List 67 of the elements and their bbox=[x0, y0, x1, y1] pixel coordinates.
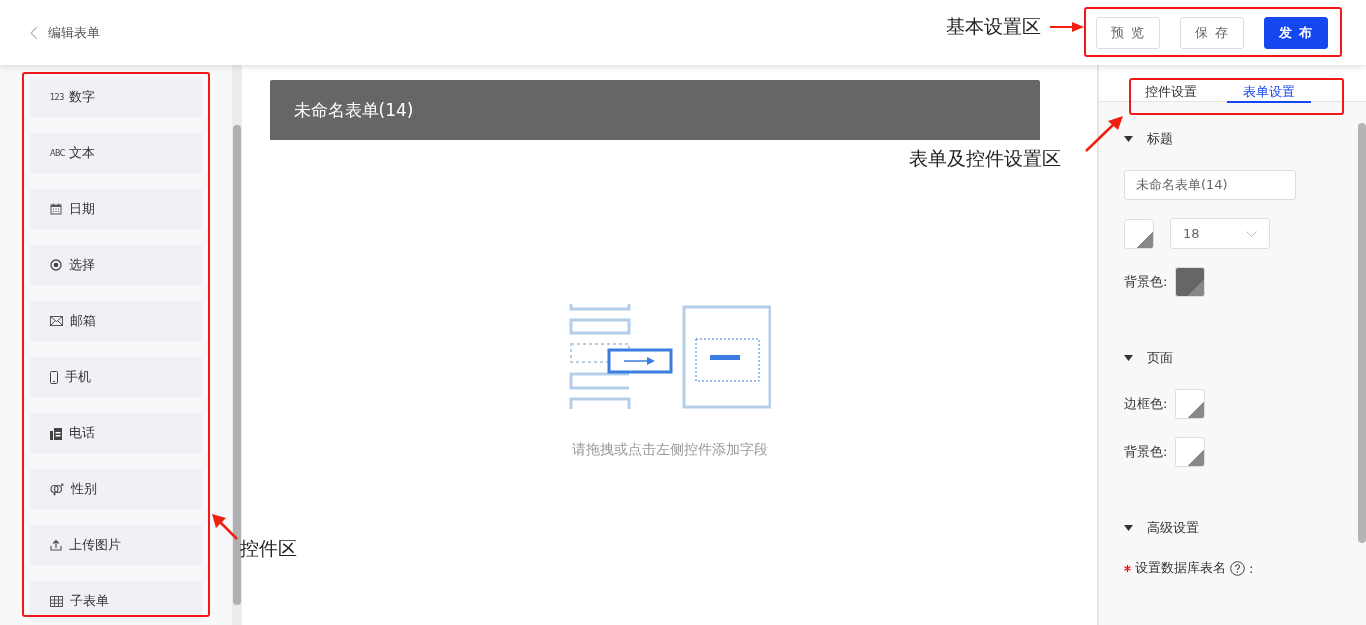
toolbar-button[interactable]: 保 存 bbox=[1180, 16, 1244, 49]
control-label: 邮箱 bbox=[70, 312, 96, 330]
table-grid-icon bbox=[50, 595, 63, 607]
desk-phone-icon bbox=[50, 426, 62, 440]
section-title: 标题 bbox=[1147, 130, 1173, 148]
colon-text: : bbox=[1249, 560, 1254, 576]
annotation-label: 表单及控件设置区 bbox=[909, 146, 1061, 171]
control-palette-item[interactable]: 性别 bbox=[30, 469, 202, 509]
control-palette-item[interactable]: 123 数字 bbox=[30, 77, 202, 117]
envelope-icon bbox=[50, 316, 63, 326]
control-palette-item[interactable]: ABC 文本 bbox=[30, 133, 202, 173]
control-palette-item[interactable]: 日期 bbox=[30, 189, 202, 229]
control-label: 数字 bbox=[69, 88, 95, 106]
color-swatch[interactable] bbox=[1175, 389, 1206, 419]
control-palette-item[interactable]: 邮箱 bbox=[30, 301, 202, 341]
control-palette-item[interactable]: 电话 bbox=[30, 413, 202, 453]
settings-tab[interactable]: 控件设置 bbox=[1145, 83, 1197, 101]
section-header[interactable]: 页面 bbox=[1124, 349, 1173, 367]
section-title: 页面 bbox=[1147, 349, 1173, 367]
scrollbar-thumb[interactable] bbox=[1358, 123, 1366, 543]
color-swatch[interactable] bbox=[1175, 437, 1206, 467]
scrollbar-thumb[interactable] bbox=[233, 125, 241, 605]
field-label: 设置数据库表名 bbox=[1135, 559, 1226, 577]
color-swatch[interactable] bbox=[1124, 218, 1154, 249]
title-input[interactable]: 未命名表单(14) bbox=[1124, 170, 1296, 200]
field-label: 边框色: bbox=[1124, 395, 1168, 413]
empty-hint: 请拖拽或点击左侧控件添加字段 bbox=[571, 441, 768, 459]
section-header[interactable]: 标题 bbox=[1124, 130, 1173, 148]
annotation-arrow bbox=[212, 514, 238, 540]
form-title-bar: 未命名表单(14) bbox=[269, 80, 1040, 140]
field-label: 背景色: bbox=[1124, 443, 1168, 461]
mobile-phone-icon bbox=[50, 370, 58, 384]
control-label: 日期 bbox=[69, 200, 95, 218]
back-chevron-icon bbox=[30, 25, 38, 40]
control-label: 性别 bbox=[71, 480, 97, 498]
toolbar-button[interactable]: 发 布 bbox=[1264, 16, 1328, 49]
help-icon[interactable] bbox=[1230, 560, 1245, 576]
back-link[interactable]: 编辑表单 bbox=[30, 23, 100, 42]
control-palette-item[interactable]: 选择 bbox=[30, 245, 202, 285]
control-label: 选择 bbox=[69, 256, 95, 274]
annotation-arrow bbox=[1085, 116, 1123, 152]
radio-icon bbox=[50, 259, 62, 271]
color-swatch[interactable] bbox=[1175, 267, 1206, 297]
section-title: 高级设置 bbox=[1147, 519, 1199, 537]
annotation-label: 控件区 bbox=[240, 536, 297, 561]
control-label: 手机 bbox=[65, 368, 91, 386]
control-palette-item[interactable]: 子表单 bbox=[30, 581, 202, 621]
control-label: 上传图片 bbox=[69, 536, 121, 554]
calendar-icon bbox=[50, 203, 62, 215]
annotation-label: 基本设置区 bbox=[946, 14, 1041, 39]
control-palette-item[interactable]: 手机 bbox=[30, 357, 202, 397]
glyph-icon: 123 bbox=[50, 92, 62, 102]
annotation-arrow bbox=[1050, 22, 1084, 32]
toolbar-button[interactable]: 预 览 bbox=[1096, 16, 1160, 49]
control-label: 子表单 bbox=[70, 592, 109, 610]
scrollbar-track[interactable] bbox=[232, 65, 242, 625]
back-label: 编辑表单 bbox=[48, 23, 100, 42]
chevron-down-icon bbox=[1246, 230, 1257, 237]
control-palette-item[interactable]: 上传图片 bbox=[30, 525, 202, 565]
settings-tab[interactable]: 表单设置 bbox=[1227, 83, 1311, 103]
control-label: 电话 bbox=[69, 424, 95, 442]
gender-icon bbox=[50, 482, 64, 496]
upload-icon bbox=[50, 539, 62, 551]
control-label: 文本 bbox=[69, 144, 95, 162]
font-size-select[interactable]: 18 bbox=[1170, 218, 1270, 249]
section-header[interactable]: 高级设置 bbox=[1124, 519, 1199, 537]
field-label: 背景色: bbox=[1124, 273, 1168, 291]
